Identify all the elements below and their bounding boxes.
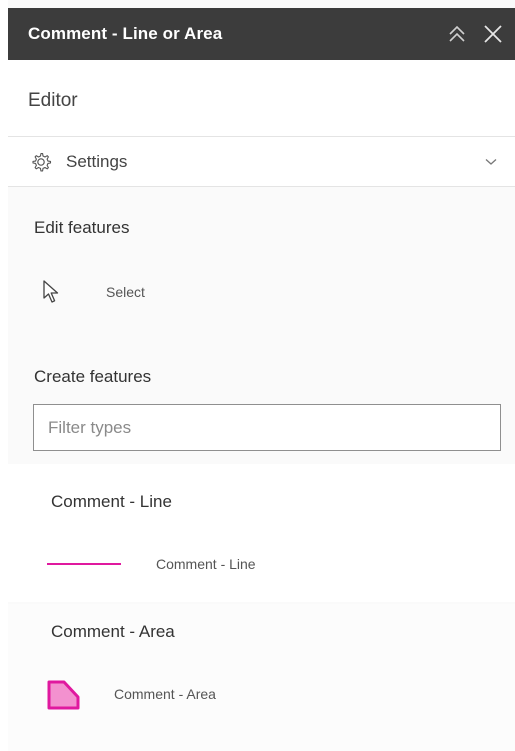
feature-group-title: Comment - Line xyxy=(51,492,172,511)
filter-types-input[interactable] xyxy=(33,404,501,451)
feature-group-title: Comment - Area xyxy=(51,622,175,641)
feature-template-label: Comment - Line xyxy=(156,556,256,572)
gear-icon xyxy=(30,151,52,173)
edit-features-heading: Edit features xyxy=(34,218,130,237)
select-tool[interactable]: Select xyxy=(8,264,515,320)
editor-title: Editor xyxy=(28,90,78,111)
polygon-symbol-icon xyxy=(47,680,80,710)
cursor-icon xyxy=(43,280,59,303)
close-button[interactable] xyxy=(475,8,511,60)
double-chevron-up-icon xyxy=(449,25,465,42)
feature-template-comment-area[interactable]: Comment - Area xyxy=(8,672,515,716)
chevron-down-icon xyxy=(473,158,509,166)
settings-label: Settings xyxy=(66,151,128,171)
feature-group-line: Comment - Line Comment - Line xyxy=(8,464,515,602)
line-symbol-icon xyxy=(47,563,121,565)
title-bar: Comment - Line or Area xyxy=(8,8,515,60)
collapse-button[interactable] xyxy=(439,8,475,60)
close-icon xyxy=(484,25,502,43)
window-title: Comment - Line or Area xyxy=(28,24,223,43)
editor-header: Editor xyxy=(8,60,515,137)
feature-template-comment-line[interactable]: Comment - Line xyxy=(8,542,515,586)
create-features-heading: Create features xyxy=(34,367,152,386)
settings-toggle[interactable]: Settings xyxy=(8,137,515,187)
feature-group-area: Comment - Area Comment - Area xyxy=(8,604,515,751)
feature-template-label: Comment - Area xyxy=(114,686,216,702)
editor-panel: Comment - Line or Area Editor Settings E… xyxy=(8,0,515,751)
select-tool-label: Select xyxy=(106,284,145,300)
